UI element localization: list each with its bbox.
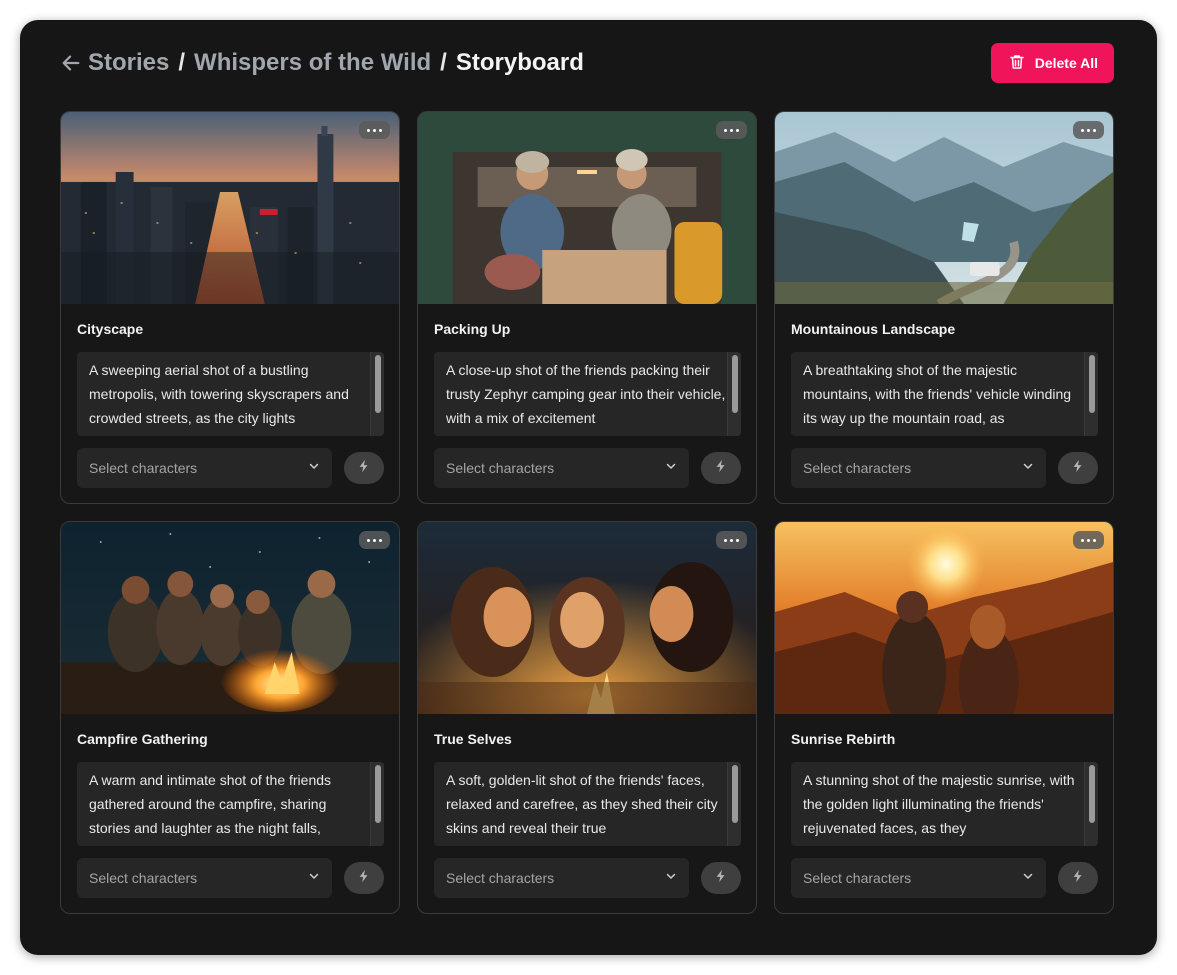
select-characters-dropdown[interactable]: Select characters	[791, 448, 1046, 488]
breadcrumb-separator: /	[178, 49, 186, 76]
select-characters-dropdown[interactable]: Select characters	[77, 448, 332, 488]
more-options-button[interactable]	[1073, 121, 1104, 139]
scene-card: True Selves A soft, golden-lit shot of t…	[417, 521, 757, 914]
select-characters-placeholder: Select characters	[446, 870, 555, 886]
lightning-icon	[357, 459, 371, 478]
scrollbar[interactable]	[1084, 762, 1098, 846]
scene-description-text: A soft, golden-lit shot of the friends' …	[446, 772, 718, 836]
more-options-button[interactable]	[1073, 531, 1104, 549]
chevron-down-icon	[665, 869, 677, 887]
scene-image-mountainous-landscape	[775, 112, 1113, 304]
scene-title: Mountainous Landscape	[791, 321, 956, 337]
generate-button[interactable]	[701, 862, 741, 894]
more-options-button[interactable]	[716, 531, 747, 549]
chevron-down-icon	[308, 459, 320, 477]
chevron-down-icon	[308, 869, 320, 887]
scene-description[interactable]: A stunning shot of the majestic sunrise,…	[791, 762, 1098, 846]
generate-button[interactable]	[344, 862, 384, 894]
generate-button[interactable]	[1058, 862, 1098, 894]
storyboard-panel: Stories / Whispers of the Wild / Storybo…	[20, 20, 1157, 955]
trash-icon	[1008, 53, 1026, 74]
scrollbar[interactable]	[1084, 352, 1098, 436]
scene-card: Packing Up A close-up shot of the friend…	[417, 111, 757, 504]
scrollbar[interactable]	[370, 762, 384, 846]
scene-title: Sunrise Rebirth	[791, 731, 896, 747]
chevron-down-icon	[665, 459, 677, 477]
scene-description[interactable]: A close-up shot of the friends packing t…	[434, 352, 741, 436]
header: Stories / Whispers of the Wild / Storybo…	[60, 43, 1114, 83]
lightning-icon	[1071, 869, 1085, 888]
scene-card: Mountainous Landscape A breathtaking sho…	[774, 111, 1114, 504]
select-characters-placeholder: Select characters	[803, 460, 912, 476]
select-characters-placeholder: Select characters	[89, 870, 198, 886]
lightning-icon	[714, 869, 728, 888]
lightning-icon	[714, 459, 728, 478]
scene-description[interactable]: A sweeping aerial shot of a bustling met…	[77, 352, 384, 436]
more-options-button[interactable]	[359, 121, 390, 139]
more-options-button[interactable]	[716, 121, 747, 139]
generate-button[interactable]	[344, 452, 384, 484]
select-characters-placeholder: Select characters	[803, 870, 912, 886]
breadcrumb-story[interactable]: Whispers of the Wild	[194, 49, 431, 77]
scene-title: True Selves	[434, 731, 512, 747]
chevron-down-icon	[1022, 459, 1034, 477]
scene-image-packing-up	[418, 112, 756, 304]
scene-description-text: A breathtaking shot of the majestic moun…	[803, 362, 1072, 426]
scene-card: Campfire Gathering A warm and intimate s…	[60, 521, 400, 914]
scene-description-text: A close-up shot of the friends packing t…	[446, 362, 726, 426]
breadcrumb-separator: /	[440, 49, 447, 76]
scene-image-sunrise-rebirth	[775, 522, 1113, 714]
scene-card: Cityscape A sweeping aerial shot of a bu…	[60, 111, 400, 504]
scene-image-campfire-gathering	[61, 522, 399, 714]
delete-all-label: Delete All	[1034, 55, 1098, 71]
scene-description-text: A stunning shot of the majestic sunrise,…	[803, 772, 1075, 836]
scene-description-text: A warm and intimate shot of the friends …	[89, 772, 332, 836]
select-characters-dropdown[interactable]: Select characters	[434, 448, 689, 488]
select-characters-placeholder: Select characters	[446, 460, 555, 476]
breadcrumb: Stories / Whispers of the Wild / Storybo…	[60, 49, 584, 77]
storyboard-grid: Cityscape A sweeping aerial shot of a bu…	[60, 111, 1114, 914]
scene-image-cityscape	[61, 112, 399, 304]
scrollbar[interactable]	[727, 352, 741, 436]
scene-description[interactable]: A warm and intimate shot of the friends …	[77, 762, 384, 846]
more-options-button[interactable]	[359, 531, 390, 549]
select-characters-dropdown[interactable]: Select characters	[791, 858, 1046, 898]
delete-all-button[interactable]: Delete All	[990, 43, 1114, 83]
page-title: Storyboard	[455, 49, 584, 76]
select-characters-dropdown[interactable]: Select characters	[434, 858, 689, 898]
back-arrow-icon[interactable]	[60, 52, 82, 74]
lightning-icon	[357, 869, 371, 888]
scrollbar[interactable]	[727, 762, 741, 846]
scrollbar[interactable]	[370, 352, 384, 436]
generate-button[interactable]	[701, 452, 741, 484]
chevron-down-icon	[1022, 869, 1034, 887]
select-characters-dropdown[interactable]: Select characters	[77, 858, 332, 898]
scene-title: Packing Up	[434, 321, 511, 337]
generate-button[interactable]	[1058, 452, 1098, 484]
scene-description[interactable]: A soft, golden-lit shot of the friends' …	[434, 762, 741, 846]
scene-description[interactable]: A breathtaking shot of the majestic moun…	[791, 352, 1098, 436]
breadcrumb-stories[interactable]: Stories	[88, 49, 169, 77]
select-characters-placeholder: Select characters	[89, 460, 198, 476]
scene-image-true-selves	[418, 522, 756, 714]
lightning-icon	[1071, 459, 1085, 478]
scene-title: Cityscape	[77, 321, 144, 337]
scene-description-text: A sweeping aerial shot of a bustling met…	[89, 362, 349, 426]
scene-card: Sunrise Rebirth A stunning shot of the m…	[774, 521, 1114, 914]
scene-title: Campfire Gathering	[77, 731, 208, 747]
